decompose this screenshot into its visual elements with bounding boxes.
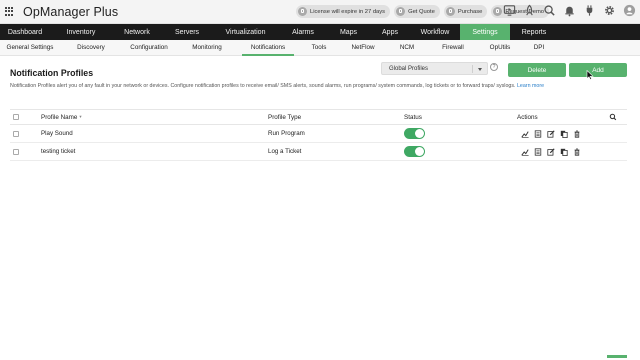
license-label: License will expire in 27 days bbox=[310, 8, 386, 15]
header-profile-name[interactable]: Profile Name ▾ bbox=[41, 110, 82, 124]
select-divider bbox=[472, 65, 473, 73]
top-icons bbox=[503, 4, 636, 17]
nav-dashboard[interactable]: Dashboard bbox=[0, 24, 50, 40]
page-description: Notification Profiles alert you of any f… bbox=[10, 83, 544, 89]
chart-icon[interactable] bbox=[521, 148, 529, 156]
edit-icon[interactable] bbox=[547, 129, 555, 138]
plug-icon[interactable] bbox=[583, 4, 596, 17]
profile-filter-select[interactable]: Global Profiles bbox=[381, 62, 488, 75]
help-icon[interactable]: ? bbox=[490, 63, 498, 71]
search-icon[interactable] bbox=[543, 4, 556, 17]
nav-apps[interactable]: Apps bbox=[370, 24, 410, 40]
license-pill[interactable]: License will expire in 27 days bbox=[296, 5, 391, 18]
header-profile-type: Profile Type bbox=[268, 113, 302, 121]
bell-icon[interactable] bbox=[563, 4, 576, 17]
page-title: Notification Profiles bbox=[10, 68, 94, 78]
app-grid-icon[interactable] bbox=[5, 6, 15, 17]
tab-configuration[interactable]: Configuration bbox=[122, 40, 176, 55]
table-row: testing ticket Log a Ticket bbox=[10, 143, 627, 161]
bottom-accent-mark bbox=[607, 355, 627, 358]
nav-network[interactable]: Network bbox=[112, 24, 162, 40]
row-checkbox[interactable] bbox=[13, 143, 19, 160]
app-title: OpManager Plus bbox=[23, 4, 119, 19]
main-nav: Dashboard Inventory Network Servers Virt… bbox=[0, 24, 640, 40]
header-status: Status bbox=[404, 113, 422, 121]
duplicate-icon[interactable] bbox=[560, 148, 568, 156]
delete-icon[interactable] bbox=[573, 130, 581, 138]
nav-virtualization[interactable]: Virtualization bbox=[212, 24, 279, 40]
profile-filter-value: Global Profiles bbox=[389, 65, 429, 72]
delete-icon[interactable] bbox=[573, 148, 581, 156]
nav-alarms[interactable]: Alarms bbox=[279, 24, 327, 40]
nav-inventory[interactable]: Inventory bbox=[50, 24, 112, 40]
get-quote-label: Get Quote bbox=[408, 8, 435, 15]
profile-type: Log a Ticket bbox=[268, 148, 302, 155]
add-button[interactable]: Add bbox=[569, 63, 627, 77]
status-toggle[interactable] bbox=[404, 143, 425, 160]
chart-icon[interactable] bbox=[521, 130, 529, 138]
gear-icon[interactable] bbox=[603, 4, 616, 17]
profile-name[interactable]: testing ticket bbox=[41, 143, 75, 160]
table-header: Profile Name ▾ Profile Type Status Actio… bbox=[10, 109, 627, 125]
header-profile-name-label: Profile Name bbox=[41, 113, 78, 121]
status-toggle[interactable] bbox=[404, 125, 425, 142]
edit-icon[interactable] bbox=[547, 147, 555, 156]
tab-ncm[interactable]: NCM bbox=[386, 40, 428, 55]
table-search-icon[interactable] bbox=[609, 110, 617, 124]
copy-icon[interactable] bbox=[534, 129, 542, 138]
tab-firewall[interactable]: Firewall bbox=[428, 40, 478, 55]
tab-monitoring[interactable]: Monitoring bbox=[176, 40, 238, 55]
tab-netflow[interactable]: NetFlow bbox=[340, 40, 386, 55]
copy-icon[interactable] bbox=[534, 147, 542, 156]
tab-general-settings[interactable]: General Settings bbox=[0, 40, 60, 55]
select-all-checkbox[interactable] bbox=[13, 110, 19, 124]
row-actions bbox=[521, 143, 581, 160]
tab-discovery[interactable]: Discovery bbox=[60, 40, 122, 55]
profiles-table: Profile Name ▾ Profile Type Status Actio… bbox=[10, 109, 627, 161]
nav-settings[interactable]: Settings bbox=[460, 24, 510, 40]
nav-workflow[interactable]: Workflow bbox=[410, 24, 460, 40]
monitor-play-icon[interactable] bbox=[503, 4, 516, 17]
row-checkbox[interactable] bbox=[13, 125, 19, 142]
tab-oputils[interactable]: OpUtils bbox=[478, 40, 522, 55]
tab-notifications[interactable]: Notifications bbox=[238, 40, 298, 56]
sort-arrow-icon: ▾ bbox=[79, 114, 82, 119]
profile-name[interactable]: Play Sound bbox=[41, 125, 73, 142]
user-avatar-icon[interactable] bbox=[623, 4, 636, 17]
chevron-down-icon bbox=[478, 68, 482, 71]
tab-dpi[interactable]: DPI bbox=[522, 40, 556, 55]
content-area: Notification Profiles Notification Profi… bbox=[0, 56, 640, 360]
demo-icon bbox=[493, 7, 503, 16]
nav-maps[interactable]: Maps bbox=[327, 24, 370, 40]
license-icon bbox=[298, 7, 307, 16]
purchase-pill[interactable]: Purchase bbox=[443, 5, 488, 18]
cart-icon bbox=[445, 7, 455, 16]
purchase-label: Purchase bbox=[457, 8, 483, 15]
duplicate-icon[interactable] bbox=[560, 130, 568, 138]
table-row: Play Sound Run Program bbox=[10, 125, 627, 143]
description-text: Notification Profiles alert you of any f… bbox=[10, 83, 516, 89]
get-quote-pill[interactable]: Get Quote bbox=[394, 5, 440, 18]
nav-servers[interactable]: Servers bbox=[162, 24, 212, 40]
mouse-cursor-icon bbox=[586, 70, 594, 80]
learn-more-link[interactable]: Learn more bbox=[517, 83, 544, 89]
header-actions: Actions bbox=[517, 113, 538, 121]
profile-type: Run Program bbox=[268, 130, 305, 137]
rocket-icon[interactable] bbox=[523, 4, 536, 17]
sub-nav: General Settings Discovery Configuration… bbox=[0, 40, 640, 56]
nav-reports[interactable]: Reports bbox=[510, 24, 558, 40]
tab-tools[interactable]: Tools bbox=[298, 40, 340, 55]
quote-icon bbox=[396, 7, 406, 16]
row-actions bbox=[521, 125, 581, 142]
top-bar: OpManager Plus License will expire in 27… bbox=[0, 0, 640, 24]
delete-button[interactable]: Delete bbox=[508, 63, 566, 77]
